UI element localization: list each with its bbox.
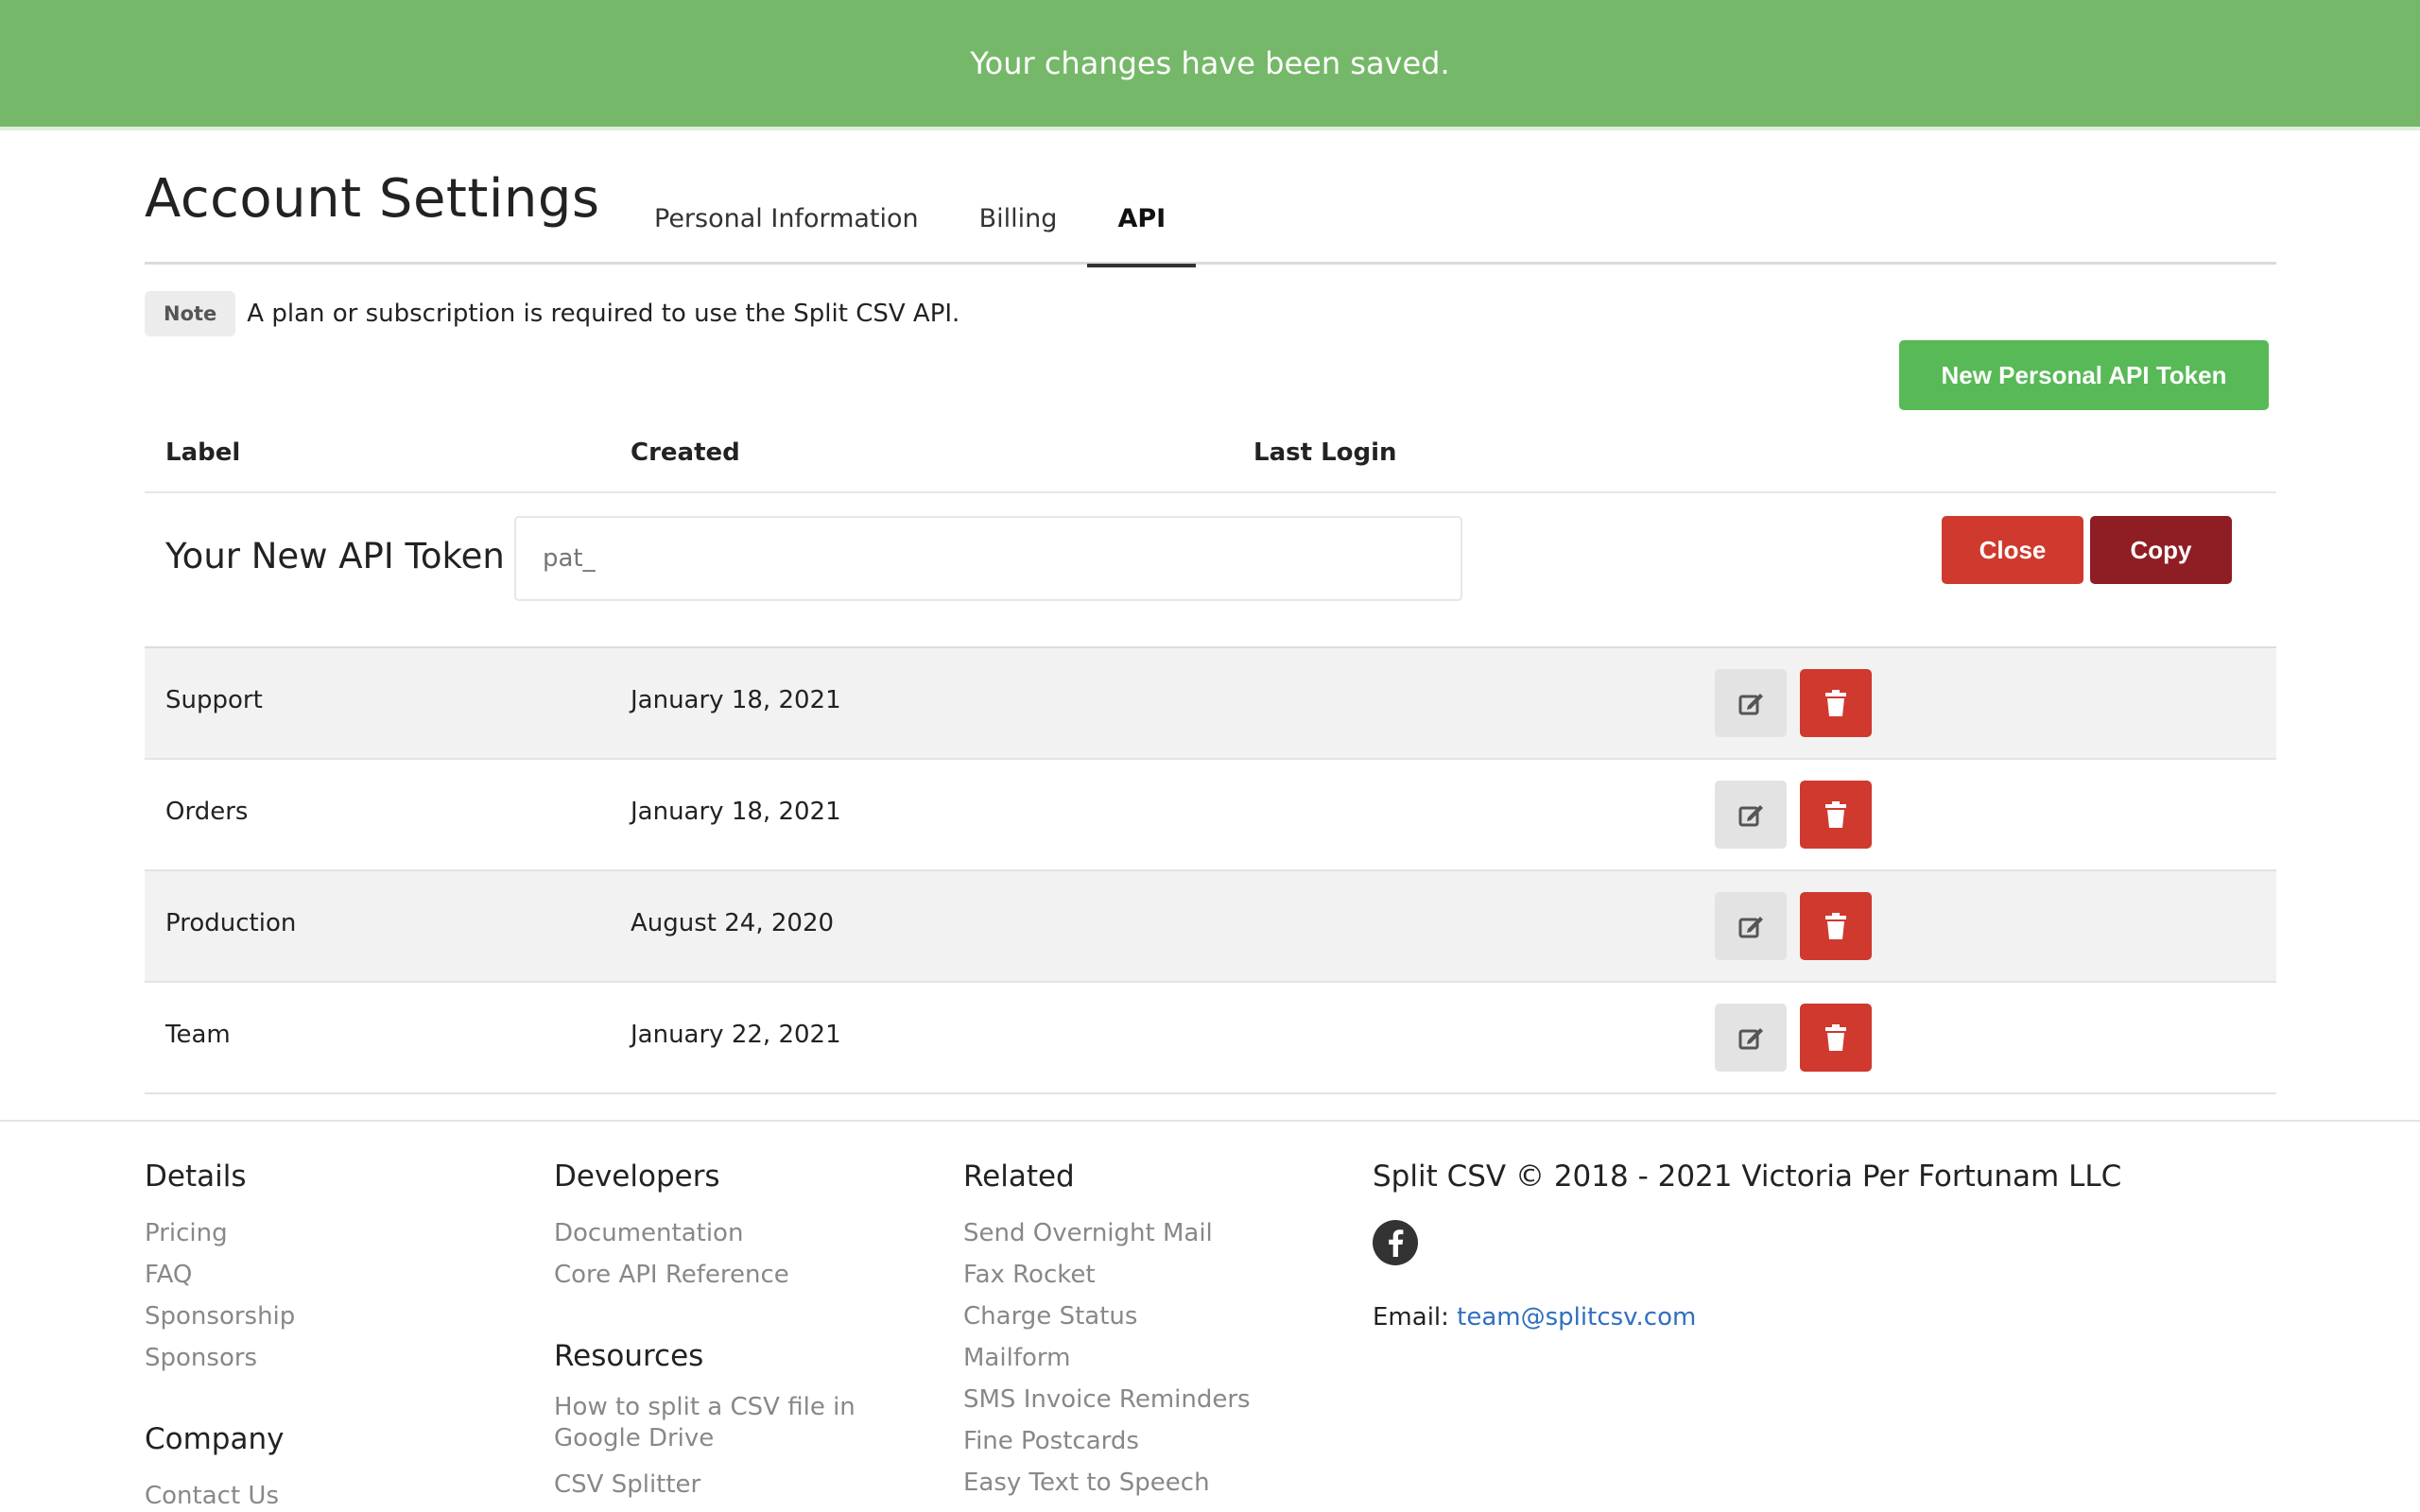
- copyright: Split CSV © 2018 - 2021 Victoria Per For…: [1373, 1160, 2122, 1194]
- trash-icon: [1825, 1024, 1846, 1051]
- token-created: August 24, 2020: [631, 909, 835, 937]
- footer-link-sms-invoice-reminders[interactable]: SMS Invoice Reminders: [963, 1379, 1251, 1420]
- footer-link-core-api-reference[interactable]: Core API Reference: [554, 1254, 894, 1296]
- note-badge: Note: [145, 291, 236, 336]
- delete-button[interactable]: [1800, 1004, 1872, 1072]
- footer-link-csv-splitter[interactable]: CSV Splitter: [554, 1464, 894, 1505]
- footer-related: Related Send Overnight Mail Fax Rocket C…: [963, 1160, 1251, 1503]
- tab-personal-information[interactable]: Personal Information: [624, 193, 949, 265]
- footer-heading-resources: Resources: [554, 1339, 704, 1373]
- settings-tabs: Personal Information Billing API: [624, 193, 1197, 267]
- footer-heading-related: Related: [963, 1160, 1075, 1194]
- token-label: Production: [165, 909, 297, 937]
- table-header: Label Created Last Login: [145, 416, 2276, 493]
- footer-link-split-csv-google-drive[interactable]: How to split a CSV file in Google Drive: [554, 1392, 894, 1454]
- footer-link-charge-status[interactable]: Charge Status: [963, 1296, 1251, 1337]
- delete-button[interactable]: [1800, 892, 1872, 960]
- new-personal-api-token-button[interactable]: New Personal API Token: [1899, 340, 2269, 410]
- footer-link-pricing[interactable]: Pricing: [145, 1212, 295, 1254]
- token-created: January 18, 2021: [631, 798, 841, 826]
- delete-button[interactable]: [1800, 669, 1872, 737]
- footer-info: Split CSV © 2018 - 2021 Victoria Per For…: [1373, 1160, 2121, 1332]
- column-created: Created: [631, 438, 740, 467]
- delete-button[interactable]: [1800, 781, 1872, 849]
- edit-button[interactable]: [1715, 669, 1787, 737]
- trash-icon: [1825, 913, 1846, 939]
- footer-heading-company: Company: [145, 1422, 285, 1456]
- tab-billing[interactable]: Billing: [949, 193, 1088, 265]
- new-token-row: Your New API Token Close Copy: [145, 493, 2276, 648]
- token-label: Orders: [165, 798, 249, 826]
- settings-header: Account Settings Personal Information Bi…: [145, 130, 2276, 267]
- footer-heading-developers: Developers: [554, 1160, 720, 1194]
- footer: Details Pricing FAQ Sponsorship Sponsors…: [0, 1120, 2420, 1512]
- footer-link-sponsors[interactable]: Sponsors: [145, 1337, 295, 1379]
- email-link[interactable]: team@splitcsv.com: [1457, 1303, 1696, 1332]
- footer-link-sponsorship[interactable]: Sponsorship: [145, 1296, 295, 1337]
- facebook-link[interactable]: [1373, 1220, 1418, 1265]
- edit-icon: [1738, 805, 1763, 827]
- footer-link-faq[interactable]: FAQ: [145, 1254, 295, 1296]
- trash-icon: [1825, 801, 1846, 828]
- new-token-label: Your New API Token: [165, 536, 505, 576]
- footer-link-send-overnight-mail[interactable]: Send Overnight Mail: [963, 1212, 1251, 1254]
- footer-link-fine-postcards[interactable]: Fine Postcards: [963, 1420, 1251, 1462]
- table-row: Orders January 18, 2021: [145, 760, 2276, 871]
- page-title: Account Settings: [145, 168, 600, 230]
- edit-icon: [1738, 694, 1763, 715]
- edit-button[interactable]: [1715, 1004, 1787, 1072]
- table-row: Team January 22, 2021: [145, 983, 2276, 1094]
- column-last-login: Last Login: [1253, 438, 1397, 467]
- footer-link-easy-text-to-speech[interactable]: Easy Text to Speech: [963, 1462, 1251, 1503]
- email-row: Email: team@splitcsv.com: [1373, 1303, 2121, 1332]
- footer-link-contact-us[interactable]: Contact Us: [145, 1475, 295, 1512]
- tab-api[interactable]: API: [1087, 193, 1197, 267]
- trash-icon: [1825, 690, 1846, 716]
- close-button[interactable]: Close: [1942, 516, 2083, 584]
- note-text: A plan or subscription is required to us…: [247, 300, 960, 328]
- table-row: Production August 24, 2020: [145, 871, 2276, 983]
- token-label: Team: [165, 1021, 231, 1049]
- note: Note A plan or subscription is required …: [145, 291, 959, 336]
- edit-icon: [1738, 917, 1763, 938]
- api-token-field[interactable]: [514, 516, 1462, 601]
- footer-link-documentation[interactable]: Documentation: [554, 1212, 894, 1254]
- email-label: Email:: [1373, 1303, 1449, 1332]
- footer-details: Details Pricing FAQ Sponsorship Sponsors…: [145, 1160, 295, 1512]
- facebook-icon: [1389, 1229, 1404, 1257]
- footer-link-fax-rocket[interactable]: Fax Rocket: [963, 1254, 1251, 1296]
- token-created: January 18, 2021: [631, 686, 841, 714]
- copy-button[interactable]: Copy: [2090, 516, 2232, 584]
- column-label: Label: [165, 438, 241, 467]
- footer-developers: Developers Documentation Core API Refere…: [554, 1160, 894, 1505]
- edit-icon: [1738, 1028, 1763, 1050]
- success-banner: Your changes have been saved.: [0, 0, 2420, 130]
- api-tokens-table: Label Created Last Login Your New API To…: [145, 416, 2276, 1094]
- edit-button[interactable]: [1715, 892, 1787, 960]
- footer-heading-details: Details: [145, 1160, 247, 1194]
- main-content: Account Settings Personal Information Bi…: [145, 130, 2276, 1094]
- table-row: Support January 18, 2021: [145, 648, 2276, 760]
- token-label: Support: [165, 686, 263, 714]
- banner-message: Your changes have been saved.: [970, 45, 1450, 81]
- token-created: January 22, 2021: [631, 1021, 841, 1049]
- edit-button[interactable]: [1715, 781, 1787, 849]
- footer-link-mailform[interactable]: Mailform: [963, 1337, 1251, 1379]
